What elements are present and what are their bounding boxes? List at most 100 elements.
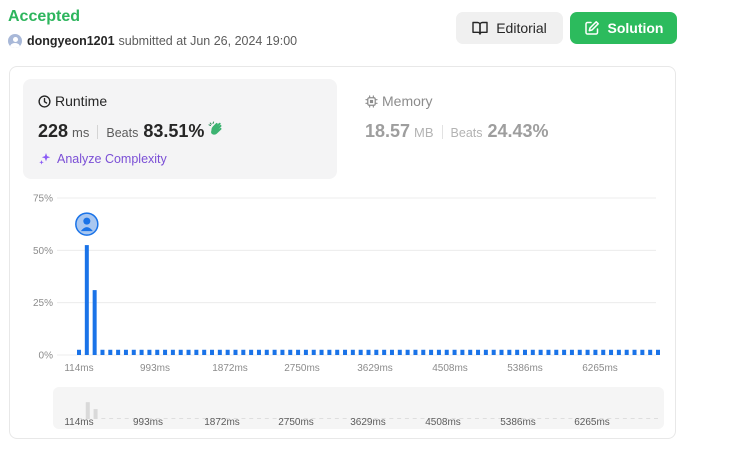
runtime-bar[interactable] <box>123 349 128 355</box>
y-tick-label: 0% <box>39 351 54 362</box>
runtime-bar[interactable] <box>405 349 410 355</box>
runtime-bar[interactable] <box>562 349 567 355</box>
solution-label: Solution <box>607 20 664 36</box>
runtime-bar[interactable] <box>77 349 81 355</box>
runtime-bar[interactable] <box>624 349 629 355</box>
runtime-bar[interactable] <box>233 349 238 355</box>
runtime-bar[interactable] <box>554 349 559 355</box>
runtime-bar[interactable] <box>131 349 136 355</box>
x-tick-label: 993ms <box>140 363 170 374</box>
runtime-bar[interactable] <box>256 349 261 355</box>
runtime-bar[interactable] <box>491 349 496 355</box>
runtime-bar[interactable] <box>577 349 582 355</box>
runtime-bar[interactable] <box>296 349 301 355</box>
runtime-bar[interactable] <box>170 349 175 355</box>
runtime-bar[interactable] <box>225 349 230 355</box>
runtime-bar[interactable] <box>656 349 660 355</box>
x-tick-label: 114ms <box>64 363 93 374</box>
runtime-bar[interactable] <box>147 349 152 355</box>
runtime-bar[interactable] <box>366 349 371 355</box>
navigator-bar <box>467 418 472 419</box>
navigator-bar <box>264 418 269 419</box>
runtime-bar[interactable] <box>515 349 520 355</box>
runtime-bar[interactable] <box>163 349 168 355</box>
runtime-bar[interactable] <box>616 349 621 355</box>
x-tick-label: 5386ms <box>507 363 543 374</box>
runtime-bar[interactable] <box>139 349 144 355</box>
navigator-x-tick-label: 5386ms <box>500 417 536 428</box>
runtime-bar[interactable] <box>155 349 160 355</box>
navigator-bar <box>412 418 417 419</box>
runtime-bar[interactable] <box>569 349 574 355</box>
x-tick-label: 1872ms <box>212 363 248 374</box>
runtime-bar[interactable] <box>436 349 441 355</box>
solution-button[interactable]: Solution <box>570 12 677 44</box>
runtime-bar[interactable] <box>601 349 606 355</box>
x-tick-label: 2750ms <box>284 363 320 374</box>
runtime-bar[interactable] <box>593 349 598 355</box>
navigator-bar <box>545 418 550 419</box>
runtime-bar[interactable] <box>100 349 105 355</box>
runtime-bar[interactable] <box>210 349 215 355</box>
runtime-bar[interactable] <box>280 349 285 355</box>
your-submission-marker-icon[interactable] <box>75 212 99 236</box>
runtime-bar[interactable] <box>609 349 614 355</box>
runtime-bar[interactable] <box>413 349 418 355</box>
editorial-button[interactable]: Editorial <box>456 12 563 44</box>
runtime-bar[interactable] <box>264 349 269 355</box>
runtime-bar[interactable] <box>483 349 488 355</box>
runtime-bar[interactable] <box>397 349 402 355</box>
runtime-bar[interactable] <box>249 349 254 355</box>
navigator-bar <box>646 418 651 419</box>
runtime-bar[interactable] <box>84 245 89 355</box>
runtime-bar[interactable] <box>632 349 637 355</box>
navigator-x-tick-label: 1872ms <box>204 417 240 428</box>
x-tick-label: 4508ms <box>432 363 468 374</box>
username-link[interactable]: dongyeon1201 <box>27 34 115 48</box>
runtime-bar[interactable] <box>92 290 97 355</box>
runtime-bar[interactable] <box>311 349 316 355</box>
runtime-bar[interactable] <box>460 349 465 355</box>
runtime-bar[interactable] <box>335 349 340 355</box>
runtime-bar[interactable] <box>499 349 504 355</box>
y-tick-label: 75% <box>33 194 53 205</box>
runtime-bar[interactable] <box>327 349 332 355</box>
runtime-bar[interactable] <box>585 349 590 355</box>
runtime-bar[interactable] <box>476 349 481 355</box>
runtime-bar[interactable] <box>241 349 246 355</box>
runtime-bar[interactable] <box>108 349 113 355</box>
runtime-bar[interactable] <box>217 349 222 355</box>
runtime-bar[interactable] <box>202 349 207 355</box>
runtime-bar[interactable] <box>444 349 449 355</box>
navigator-bar <box>249 418 254 419</box>
runtime-bar[interactable] <box>116 349 121 355</box>
runtime-bar[interactable] <box>186 349 191 355</box>
book-open-icon <box>472 21 488 35</box>
runtime-bar[interactable] <box>530 349 535 355</box>
runtime-bar[interactable] <box>546 349 551 355</box>
runtime-bar[interactable] <box>382 349 387 355</box>
runtime-distribution-chart[interactable]: 0% 25% 50% 75% 114ms 993ms 1872ms 2750ms 3629ms… <box>10 67 677 440</box>
runtime-bar[interactable] <box>429 349 434 355</box>
runtime-bar[interactable] <box>343 349 348 355</box>
runtime-bar[interactable] <box>319 349 324 355</box>
runtime-bar[interactable] <box>178 349 183 355</box>
runtime-bar[interactable] <box>452 349 457 355</box>
runtime-bar[interactable] <box>374 349 379 355</box>
runtime-bar[interactable] <box>194 349 199 355</box>
runtime-bar[interactable] <box>640 349 645 355</box>
runtime-bar[interactable] <box>648 349 653 355</box>
runtime-bar[interactable] <box>358 349 363 355</box>
runtime-bar[interactable] <box>421 349 426 355</box>
runtime-bar[interactable] <box>522 349 527 355</box>
runtime-bar[interactable] <box>468 349 473 355</box>
runtime-bar[interactable] <box>303 349 308 355</box>
runtime-bar[interactable] <box>507 349 512 355</box>
runtime-bar[interactable] <box>288 349 293 355</box>
navigator-bar <box>179 418 184 419</box>
runtime-bar[interactable] <box>350 349 355 355</box>
runtime-bar[interactable] <box>538 349 543 355</box>
user-avatar-icon[interactable] <box>8 34 22 48</box>
runtime-bar[interactable] <box>272 349 277 355</box>
runtime-bar[interactable] <box>389 349 394 355</box>
